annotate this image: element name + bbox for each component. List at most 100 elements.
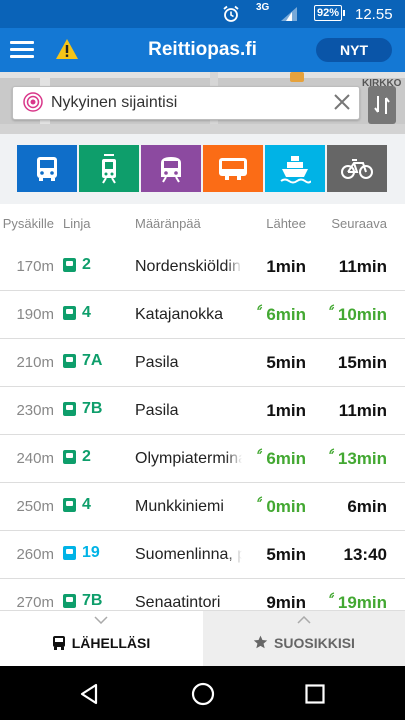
tram-icon [63, 402, 76, 416]
location-search[interactable]: Nykyinen sijaintisi [12, 86, 360, 120]
departure-time: 5min [250, 545, 306, 565]
realtime-icon [257, 496, 263, 503]
swap-icon [374, 96, 390, 114]
tab-nearby-label: LÄHELLÄSI [71, 635, 151, 651]
chevron-up-icon [203, 613, 405, 627]
next-departure-time: 6min [318, 497, 387, 517]
now-button[interactable]: NYT [316, 38, 392, 62]
line-badge: 2 [63, 256, 91, 274]
destination: Pasila [135, 402, 179, 419]
departure-time-value: 6min [266, 449, 306, 468]
bus-filter-button[interactable] [17, 145, 77, 192]
departure-time-value: 0min [266, 497, 306, 516]
status-bar: 3G 92% 12.55 [0, 0, 405, 28]
next-departure-value: 11min [338, 401, 387, 420]
stop-distance: 260m [16, 546, 54, 563]
stop-distance: 240m [16, 450, 54, 467]
tab-favorites[interactable]: SUOSIKKISI [203, 611, 405, 667]
stop-distance: 210m [16, 354, 54, 371]
stop-distance: 270m [16, 594, 54, 611]
destination: Olympiaterminaali [135, 450, 242, 467]
metro-filter-button[interactable] [203, 145, 263, 192]
bus-icon [52, 636, 65, 650]
tram-icon [63, 354, 76, 368]
column-header-next: Seuraava [331, 216, 387, 231]
departure-row[interactable]: 230m 7B Pasila 1min 11min [0, 386, 405, 435]
system-nav-bar [0, 666, 405, 720]
departure-row[interactable]: 210m 7A Pasila 5min 15min [0, 338, 405, 387]
departure-row[interactable]: 260m 19 Suomenlinna, pääl 5min 13:40 [0, 530, 405, 579]
departure-time-value: 1min [266, 401, 306, 420]
line-number: 4 [82, 304, 91, 321]
departure-time-value: 5min [266, 545, 306, 564]
line-badge: 4 [63, 304, 91, 322]
home-icon[interactable] [191, 682, 215, 711]
current-location-icon [23, 92, 43, 112]
tram-icon [63, 450, 76, 464]
ferry-filter-button[interactable] [265, 145, 325, 192]
tram-icon [102, 153, 116, 184]
metro-icon [219, 157, 247, 180]
back-icon[interactable] [78, 683, 100, 710]
departure-row[interactable]: 170m 2 Nordenskiöldinkatu 1min 11min [0, 242, 405, 291]
column-header-departs: Lähtee [266, 216, 306, 231]
next-departure-value: 10min [337, 305, 387, 324]
line-badge: 7A [63, 352, 102, 370]
stop-distance: 250m [16, 498, 54, 515]
ferry-icon [280, 155, 311, 183]
column-header-destination: Määränpää [135, 216, 201, 231]
column-header-stop: Pysäkille [2, 216, 54, 231]
departure-time: 6min [250, 448, 306, 469]
next-departure-time: 15min [318, 353, 387, 373]
bottom-tab-bar: LÄHELLÄSI SUOSIKKISI [0, 610, 405, 667]
line-number: 7B [82, 592, 103, 609]
chevron-down-icon [0, 613, 202, 627]
line-number: 2 [82, 448, 91, 465]
next-departure-value: 13min [337, 449, 387, 468]
next-departure-time: 11min [318, 401, 387, 421]
next-departure-time: 13min [318, 448, 387, 469]
column-header-line: Linja [63, 216, 91, 231]
network-type: 3G [256, 2, 270, 13]
line-badge: 4 [63, 496, 91, 514]
line-number: 19 [82, 544, 100, 561]
next-departure-time: 10min [318, 304, 387, 325]
alarm-icon [222, 5, 240, 23]
tab-nearby[interactable]: LÄHELLÄSI [0, 611, 202, 667]
tram-filter-button[interactable] [79, 145, 139, 192]
departure-row[interactable]: 250m 4 Munkkiniemi 0min 6min [0, 482, 405, 531]
departure-row[interactable]: 240m 2 Olympiaterminaali 6min 13min [0, 434, 405, 483]
stop-distance: 190m [16, 306, 54, 323]
departure-time: 1min [250, 257, 306, 277]
destination: Katajanokka [135, 306, 224, 323]
realtime-icon [329, 448, 335, 455]
tram-icon [63, 498, 76, 512]
clear-icon[interactable] [333, 93, 351, 111]
departure-time-value: 5min [266, 353, 306, 372]
app-bar: Reittiopas.fi NYT [0, 28, 405, 72]
battery-indicator: 92% [314, 5, 346, 21]
recents-icon[interactable] [305, 684, 325, 709]
line-badge: 2 [63, 448, 91, 466]
bike-filter-button[interactable] [327, 145, 387, 192]
destination: Suomenlinna, pääl [135, 546, 242, 563]
departure-row[interactable]: 190m 4 Katajanokka 6min 10min [0, 290, 405, 339]
departure-time: 5min [250, 353, 306, 373]
train-filter-button[interactable] [141, 145, 201, 192]
departure-time: 1min [250, 401, 306, 421]
line-number: 2 [82, 256, 91, 273]
realtime-icon [329, 304, 335, 311]
realtime-icon [257, 448, 263, 455]
destination: Pasila [135, 354, 179, 371]
stop-distance: 230m [16, 402, 54, 419]
ferry-icon [63, 546, 76, 560]
line-badge: 7B [63, 400, 102, 418]
next-departure-time: 11min [318, 257, 387, 277]
tram-icon [63, 258, 76, 272]
stop-distance: 170m [16, 258, 54, 275]
location-search-input[interactable]: Nykyinen sijaintisi [51, 94, 177, 112]
battery-level: 92% [314, 5, 343, 21]
swap-direction-button[interactable] [368, 86, 396, 124]
tram-icon [63, 306, 76, 320]
realtime-icon [329, 592, 335, 599]
